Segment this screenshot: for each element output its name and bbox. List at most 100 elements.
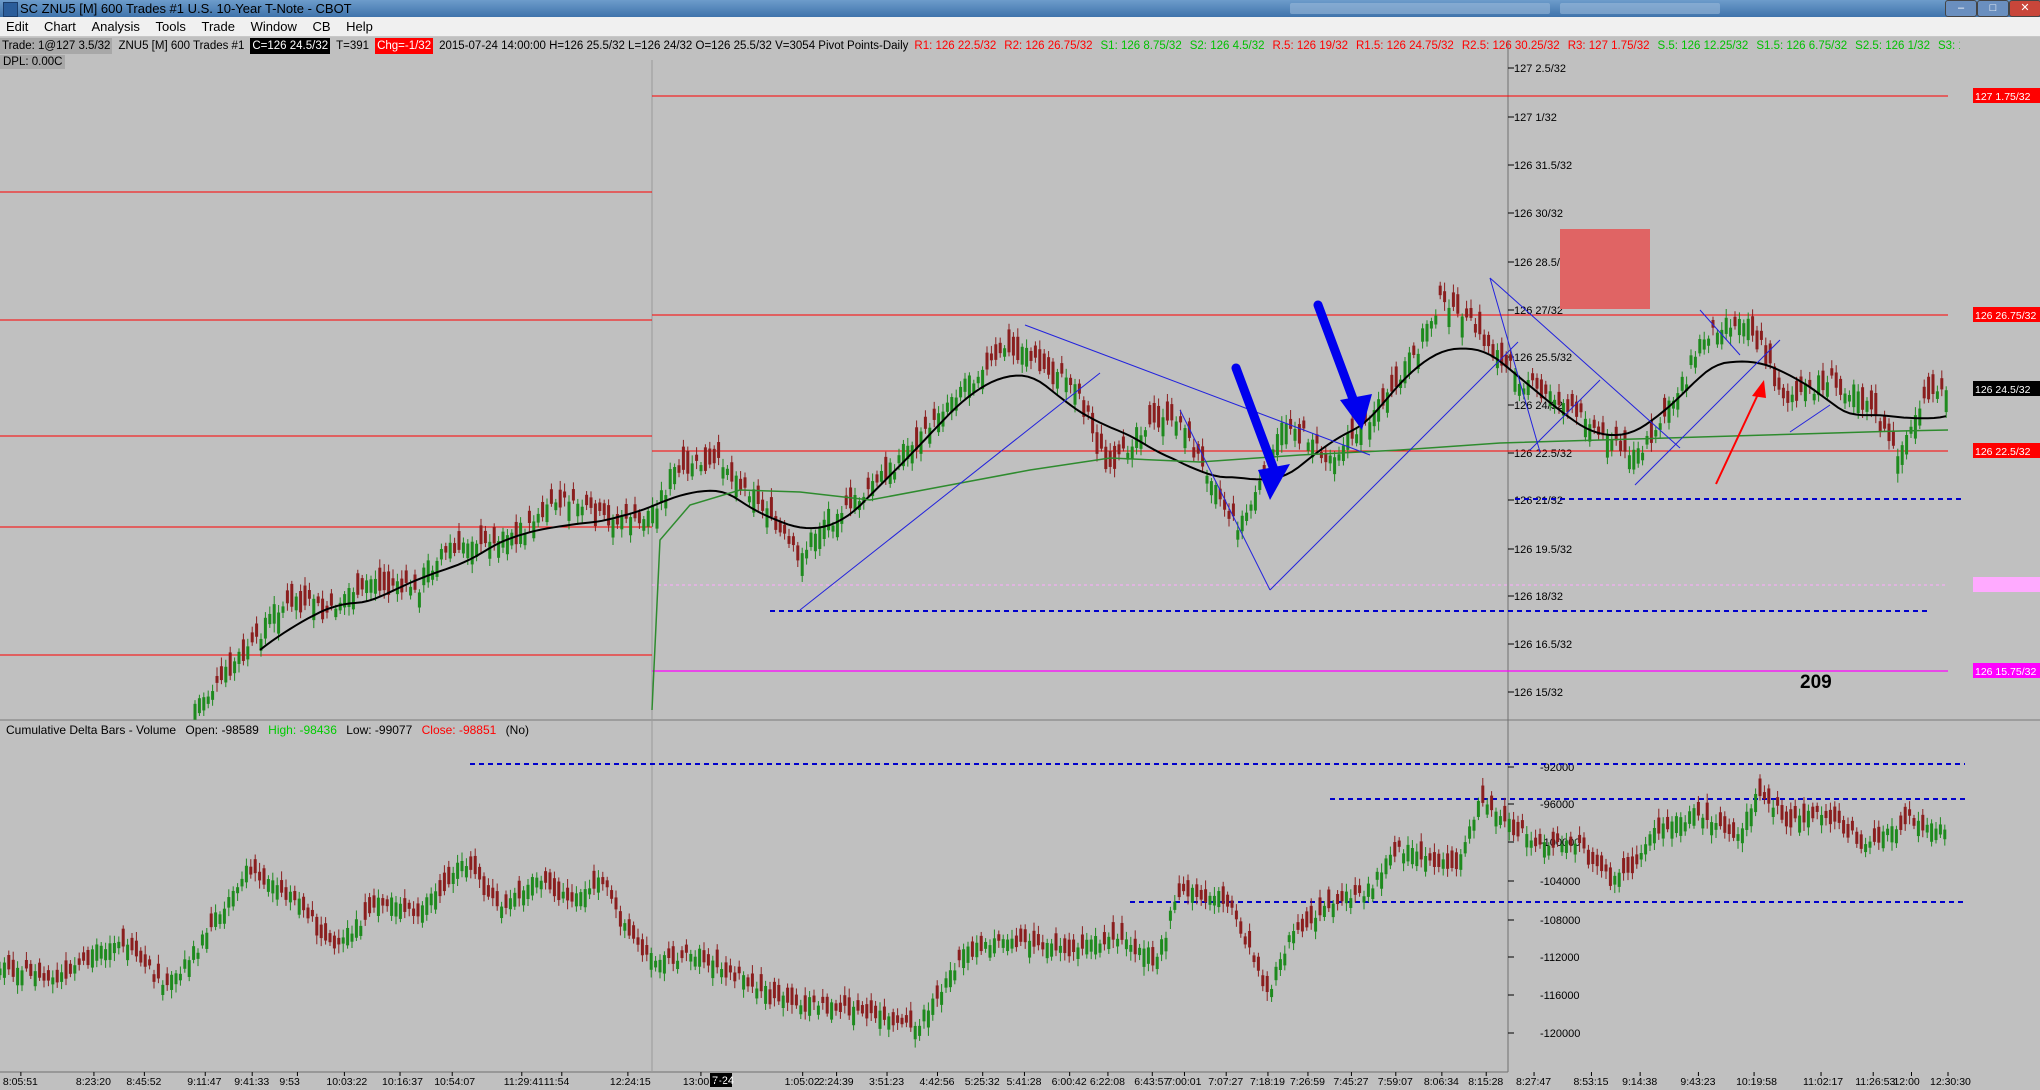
trendline[interactable] bbox=[1269, 341, 1519, 591]
delta-candle-body bbox=[1340, 891, 1344, 902]
price-candle-body bbox=[316, 596, 320, 604]
price-axis-label: 126 19.5/32 bbox=[1514, 544, 1572, 556]
delta-candle-body bbox=[1305, 911, 1309, 928]
price-candle-body bbox=[725, 468, 729, 476]
delta-candle-body bbox=[1815, 805, 1819, 812]
delta-candle-body bbox=[403, 898, 407, 912]
delta-candle-body bbox=[662, 955, 666, 974]
price-candle-body bbox=[228, 652, 232, 676]
delta-candle-body bbox=[1344, 891, 1348, 904]
price-candle-body bbox=[1293, 428, 1297, 441]
delta-candle-body bbox=[860, 1005, 864, 1014]
price-candle-body bbox=[580, 506, 584, 516]
delta-candle-body bbox=[20, 970, 24, 986]
price-candle-body bbox=[1940, 378, 1944, 390]
price-candle-body bbox=[1619, 440, 1623, 452]
delta-candle-body bbox=[970, 941, 974, 957]
highlight-box[interactable] bbox=[1560, 229, 1650, 309]
price-candle-body bbox=[686, 450, 690, 474]
delta-candle-body bbox=[464, 866, 468, 878]
price-candle-body bbox=[1447, 307, 1451, 328]
price-candle-body bbox=[263, 617, 267, 639]
delta-candle-body bbox=[618, 911, 622, 927]
blue-arrow-head[interactable] bbox=[1258, 464, 1290, 500]
price-chart[interactable]: 127 2.5/32 127 1/32 126 31.5/32 126 30/32 12… bbox=[0, 0, 2040, 1090]
delta-candle-body bbox=[368, 897, 372, 914]
delta-candle-body bbox=[1366, 883, 1370, 897]
moving-average-slow[interactable] bbox=[651, 429, 1949, 711]
delta-candle-body bbox=[865, 1004, 869, 1019]
price-candle-body bbox=[1931, 374, 1935, 394]
delta-candle-body bbox=[900, 1017, 904, 1025]
delta-axis-label: -116000 bbox=[1540, 990, 1580, 1002]
price-candle-body bbox=[527, 510, 531, 523]
delta-candle-body bbox=[1173, 901, 1177, 910]
delta-candle-body bbox=[720, 969, 724, 978]
price-candle-body bbox=[501, 531, 505, 548]
delta-candle-body bbox=[834, 1003, 838, 1011]
price-candle-body bbox=[1843, 393, 1847, 404]
trendline[interactable] bbox=[1024, 324, 1371, 456]
price-candle-body bbox=[571, 489, 575, 501]
price-candle-body bbox=[994, 344, 998, 360]
price-candle-body bbox=[945, 402, 949, 412]
delta-candle-body bbox=[412, 908, 416, 916]
red-arrow-head[interactable] bbox=[1752, 380, 1766, 398]
price-candle-body bbox=[1469, 307, 1473, 318]
delta-candle-body bbox=[896, 1015, 900, 1023]
delta-candle-body bbox=[764, 985, 768, 1004]
moving-average-fast[interactable] bbox=[259, 347, 1947, 651]
delta-candle-body bbox=[1459, 854, 1463, 870]
delta-candle-body bbox=[1252, 955, 1256, 963]
price-candle-body bbox=[1099, 433, 1103, 449]
delta-candle-body bbox=[1850, 820, 1854, 831]
price-candle-body bbox=[769, 497, 773, 517]
price-candle-body bbox=[563, 491, 567, 498]
price-candle-body bbox=[1698, 339, 1702, 354]
delta-candle-body bbox=[315, 916, 319, 936]
delta-candle-body bbox=[1265, 975, 1269, 993]
time-axis-label: 8:05:51 bbox=[3, 1076, 38, 1088]
delta-candle-body bbox=[935, 985, 939, 999]
price-candle-body bbox=[923, 416, 927, 429]
trendline[interactable] bbox=[799, 372, 1101, 611]
trendline[interactable] bbox=[1789, 404, 1831, 433]
trendline[interactable] bbox=[1634, 339, 1781, 486]
delta-candle-body bbox=[1767, 788, 1771, 804]
delta-candle-body bbox=[1608, 867, 1612, 886]
delta-candle-body bbox=[517, 880, 521, 899]
blue-arrow-shaft[interactable] bbox=[1313, 300, 1361, 412]
price-candle-body bbox=[373, 578, 377, 594]
price-candle-body bbox=[303, 585, 307, 606]
delta-candle-body bbox=[1591, 851, 1595, 865]
price-candle-body bbox=[1236, 530, 1240, 540]
price-candle-body bbox=[365, 580, 369, 594]
delta-candle-body bbox=[1256, 956, 1260, 971]
delta-candle-body bbox=[931, 998, 935, 1015]
delta-axis-label: -108000 bbox=[1540, 915, 1580, 927]
price-candle-body bbox=[879, 470, 883, 482]
price-candle-body bbox=[1113, 445, 1117, 469]
delta-candle-body bbox=[1569, 836, 1573, 846]
time-axis-label: 1:05:02 bbox=[785, 1076, 820, 1088]
price-candle-body bbox=[1935, 391, 1939, 399]
annotation-count: 209 bbox=[1800, 672, 1832, 693]
delta-candle-body bbox=[134, 940, 138, 957]
price-candle-body bbox=[822, 519, 826, 540]
price-candle-body bbox=[1284, 423, 1288, 445]
delta-candle-body bbox=[429, 893, 433, 906]
delta-candle-body bbox=[1542, 842, 1546, 858]
delta-candle-body bbox=[997, 934, 1001, 941]
price-candle-body bbox=[1249, 504, 1253, 511]
blue-arrow-head[interactable] bbox=[1340, 394, 1372, 430]
delta-candle-body bbox=[1498, 816, 1502, 825]
price-candle-body bbox=[1025, 347, 1029, 367]
delta-candle-body bbox=[500, 906, 504, 919]
price-candle-body bbox=[1645, 435, 1649, 445]
delta-candle-body bbox=[1072, 939, 1076, 952]
trendline[interactable] bbox=[1699, 309, 1741, 356]
price-candle-body bbox=[1865, 400, 1869, 412]
price-candle-body bbox=[835, 513, 839, 538]
delta-candle-body bbox=[1828, 809, 1832, 825]
delta-candle-body bbox=[425, 897, 429, 915]
